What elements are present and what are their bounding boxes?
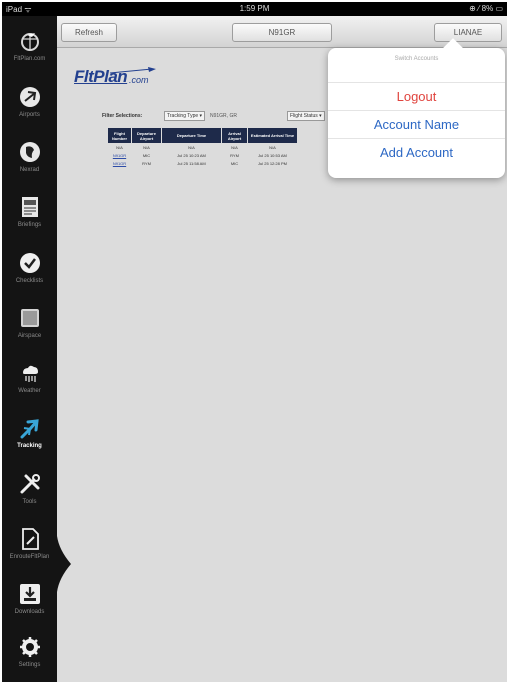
airport-icon — [20, 87, 40, 107]
eta-cell: N/A — [247, 143, 298, 152]
tab-tools[interactable]: Tools — [2, 465, 57, 519]
download-icon — [20, 584, 40, 604]
tab-label: Downloads — [14, 609, 45, 615]
filter-label: Filter Selections: — [102, 113, 143, 119]
tab-label: Checklists — [15, 278, 44, 284]
column-header: Estimated Arrival Time — [247, 127, 298, 144]
tab-label: EnrouteFltPlan — [9, 554, 50, 560]
tab-label: Settings — [18, 662, 41, 668]
checkmark-icon — [20, 253, 40, 273]
tab-sidebar: FltPlan.com Airports Nexrad Briefings Ch… — [2, 16, 57, 682]
tab-enroute-fltplan[interactable]: EnrouteFltPlan — [2, 520, 57, 574]
status-bar: iPad ᯤ 1:59 PM ⊕ ⁄ 8% ▭ — [2, 2, 507, 16]
popover-title: Switch Accounts — [394, 56, 439, 62]
sidebar-notch — [57, 536, 71, 592]
tab-label: FltPlan.com — [13, 56, 46, 62]
flight-status-select[interactable]: Flight Status ▾ — [287, 111, 325, 121]
gear-icon — [20, 637, 40, 657]
tab-nexrad[interactable]: Nexrad — [2, 133, 57, 187]
arrival-cell: N/A — [221, 143, 248, 152]
battery-indicator: ⊕ ⁄ 8% ▭ — [469, 4, 503, 13]
eta-cell: Jul 25 12:28 PM — [247, 159, 298, 168]
column-header: Departure Time — [161, 127, 222, 144]
departure-cell: N/A — [131, 143, 162, 152]
logo-suffix: .com — [129, 75, 149, 85]
airspace-icon — [21, 309, 39, 327]
tab-airspace[interactable]: Airspace — [2, 299, 57, 353]
column-header: Arrival Airport — [221, 127, 248, 144]
departure-time-cell: Jul 25 11:58 AM — [161, 159, 222, 168]
departure-cell: MIC — [131, 151, 162, 160]
flight-number-cell: N/A — [107, 143, 132, 152]
tab-tracking[interactable]: Tracking — [2, 409, 57, 463]
tab-label: Airports — [19, 112, 40, 118]
toolbar: Refresh N91GR LIANAE — [57, 16, 507, 48]
table-row: N/A N/A N/A N/A N/A — [107, 143, 298, 152]
refresh-button[interactable]: Refresh — [61, 23, 117, 42]
plane-icon — [20, 419, 39, 439]
table-header-row: Flight Number Departure Airport Departur… — [107, 127, 298, 144]
flights-table: Flight Number Departure Airport Departur… — [107, 127, 298, 168]
tracking-type-select[interactable]: Tracking Type ▾ — [164, 111, 206, 121]
document-icon — [22, 197, 38, 217]
tools-icon — [20, 474, 40, 494]
tab-label: Briefings — [17, 222, 42, 228]
flight-link[interactable]: N91GR — [113, 161, 126, 166]
departure-time-cell: N/A — [161, 143, 222, 152]
logo-text: FltPlan — [74, 67, 128, 86]
account-name-button[interactable]: Account Name — [328, 110, 505, 138]
arrival-cell: MIC — [221, 159, 248, 168]
add-account-button[interactable]: Add Account — [328, 138, 505, 166]
cloud-rain-icon — [23, 365, 38, 382]
logout-button[interactable]: Logout — [328, 82, 505, 110]
column-header: Departure Airport — [131, 127, 162, 144]
tab-label: Weather — [18, 388, 41, 394]
column-header: Flight Number — [107, 127, 132, 144]
tab-checklists[interactable]: Checklists — [2, 244, 57, 298]
fltplan-logo[interactable]: FltPlan .com — [74, 65, 164, 95]
switch-accounts-popover: Switch Accounts Logout Account Name Add … — [328, 38, 505, 178]
filter-value: N91GR, GR — [210, 113, 237, 119]
tab-settings[interactable]: Settings — [2, 628, 57, 682]
tab-label: Nexrad — [19, 167, 40, 173]
table-row: N91GR RYM Jul 25 11:58 AM MIC Jul 25 12:… — [107, 159, 298, 168]
radar-icon — [20, 142, 40, 162]
tab-airports[interactable]: Airports — [2, 78, 57, 132]
eta-cell: Jul 25 10:53 AM — [247, 151, 298, 160]
tab-fltplan[interactable]: FltPlan.com — [2, 22, 57, 76]
departure-time-cell: Jul 25 10:23 AM — [161, 151, 222, 160]
tab-label: Tools — [22, 499, 37, 505]
clock: 1:59 PM — [239, 4, 270, 13]
table-row: N91GR MIC Jul 25 10:23 AM RYM Jul 25 10:… — [107, 151, 298, 160]
departure-cell: RYM — [131, 159, 162, 168]
account-button[interactable]: LIANAE — [434, 23, 502, 42]
tab-briefings[interactable]: Briefings — [2, 188, 57, 242]
tab-label: Tracking — [17, 443, 42, 449]
flight-number-cell: N91GR — [107, 151, 132, 160]
aircraft-button[interactable]: N91GR — [232, 23, 332, 42]
ipad-screen: iPad ᯤ 1:59 PM ⊕ ⁄ 8% ▭ FltPlan.com Airp… — [2, 2, 507, 682]
arrival-cell: RYM — [221, 151, 248, 160]
globe-plane-icon — [21, 33, 39, 51]
edit-document-icon — [22, 528, 39, 550]
tab-downloads[interactable]: Downloads — [2, 575, 57, 629]
tab-weather[interactable]: Weather — [2, 354, 57, 408]
tab-label: Airspace — [17, 333, 42, 339]
flight-link[interactable]: N91GR — [113, 153, 126, 158]
flight-number-cell: N91GR — [107, 159, 132, 168]
